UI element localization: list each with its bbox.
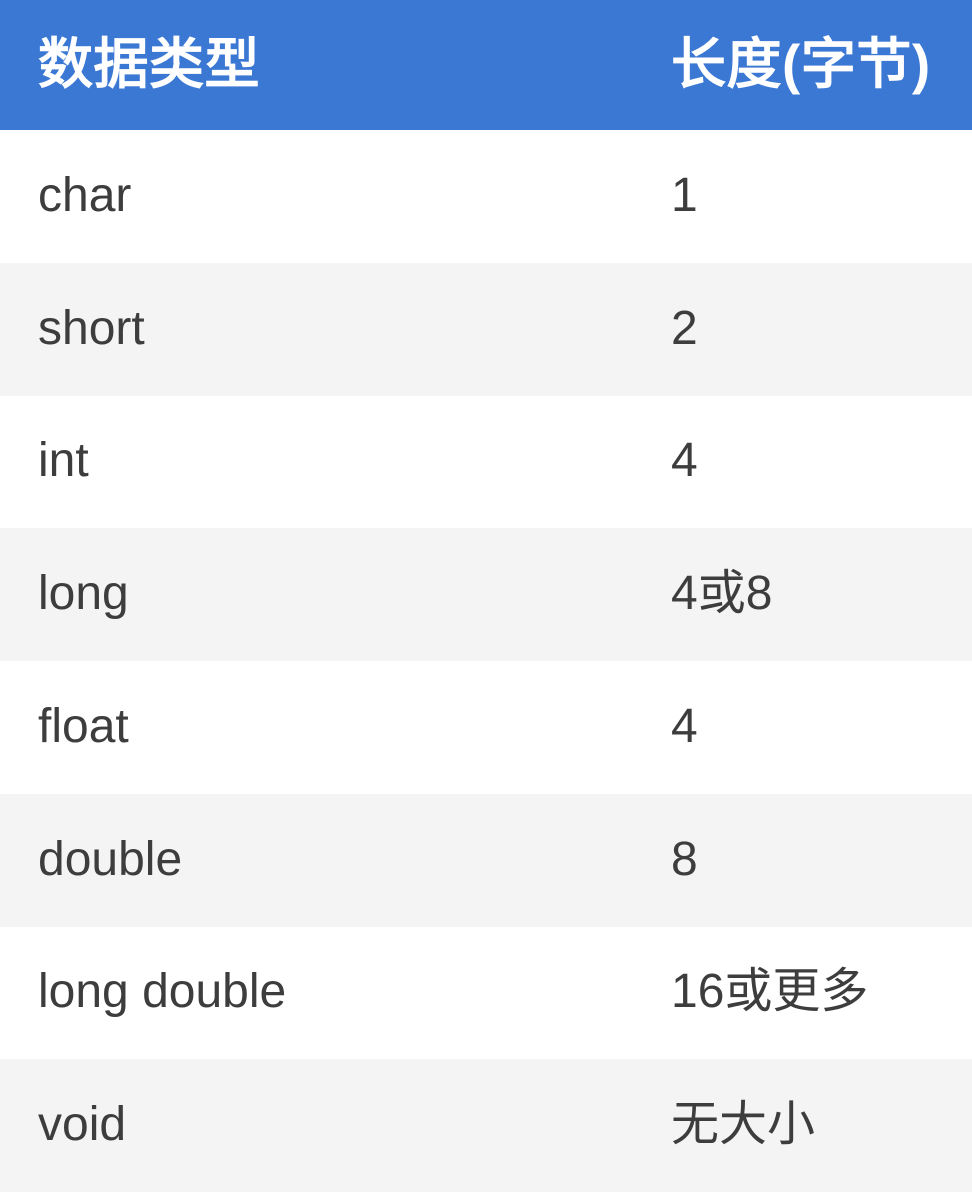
table-row: float 4 xyxy=(0,661,972,794)
cell-data-type: char xyxy=(38,168,132,222)
cell-length: 4 xyxy=(671,434,698,488)
column-header-length-bytes: 长度(字节) xyxy=(671,33,931,96)
table-row: void 无大小 xyxy=(0,1059,972,1192)
table-row: double 8 xyxy=(0,793,972,927)
cell-length: 2 xyxy=(671,301,698,355)
table-header-row: 数据类型 长度(字节) xyxy=(0,0,972,130)
cell-data-type: int xyxy=(38,434,89,488)
cell-length: 8 xyxy=(671,832,698,886)
column-header-data-type: 数据类型 xyxy=(38,33,261,96)
table-row: char 1 xyxy=(0,130,972,263)
cell-data-type: long double xyxy=(38,965,287,1019)
table-body: char 1 short 2 int 4 long 4或8 float 4 do… xyxy=(0,130,972,1192)
table-row: int 4 xyxy=(0,395,972,529)
cell-data-type: void xyxy=(38,1098,127,1152)
cell-data-type: float xyxy=(38,699,129,753)
cell-length: 4或8 xyxy=(671,567,773,621)
cell-length: 1 xyxy=(671,168,698,222)
cell-length: 4 xyxy=(671,699,698,753)
c-data-type-size-table: 数据类型 长度(字节) char 1 short 2 int 4 long 4或… xyxy=(0,0,972,1192)
cell-data-type: long xyxy=(38,567,129,621)
cell-length: 16或更多 xyxy=(671,965,869,1019)
table-row: short 2 xyxy=(0,262,972,396)
table-header: 数据类型 长度(字节) xyxy=(0,0,972,130)
table-row: long double 16或更多 xyxy=(0,926,972,1060)
cell-data-type: short xyxy=(38,301,145,355)
cell-length: 无大小 xyxy=(671,1098,816,1152)
table-row: long 4或8 xyxy=(0,528,972,661)
cell-data-type: double xyxy=(38,832,183,886)
